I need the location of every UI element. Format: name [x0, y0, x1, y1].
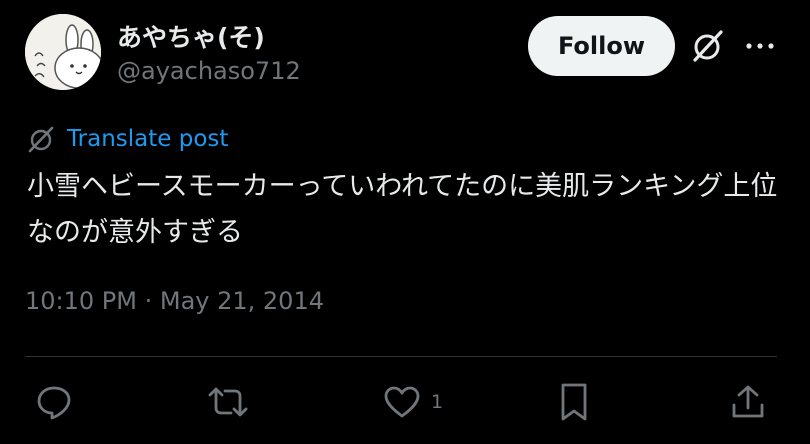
repost-button[interactable]: [206, 380, 250, 424]
user-handle[interactable]: @ayachaso712: [117, 57, 301, 85]
tweet: あやちゃ(そ) @ayachaso712 Follow Translate po…: [0, 0, 810, 444]
share-icon: [732, 385, 764, 418]
post-timestamp[interactable]: 10:10 PM · May 21, 2014: [25, 287, 324, 315]
avatar[interactable]: [25, 14, 101, 90]
like-count: 1: [431, 391, 444, 413]
heart-icon: [384, 386, 420, 418]
share-button[interactable]: [730, 380, 766, 424]
more-icon: [746, 43, 774, 49]
translate-post-label: Translate post: [67, 126, 229, 152]
reply-button[interactable]: [36, 380, 72, 424]
translate-post-link[interactable]: Translate post: [27, 125, 228, 153]
repost-icon: [208, 387, 248, 417]
reply-icon: [37, 386, 71, 420]
like-button[interactable]: 1: [383, 380, 443, 424]
bookmark-button[interactable]: [558, 380, 590, 424]
grok-icon: [693, 30, 723, 62]
bunny-avatar-icon: [25, 14, 101, 90]
grok-button[interactable]: [690, 28, 726, 64]
display-name[interactable]: あやちゃ(そ): [117, 18, 265, 54]
translate-icon: [28, 126, 54, 153]
more-button[interactable]: [742, 28, 778, 64]
divider: [25, 356, 777, 357]
bookmark-icon: [561, 383, 587, 421]
post-text: 小雪ヘビースモーカーっていわれてたのに美肌ランキング上位なのが意外すぎる: [27, 171, 778, 248]
follow-button[interactable]: Follow: [528, 16, 675, 76]
